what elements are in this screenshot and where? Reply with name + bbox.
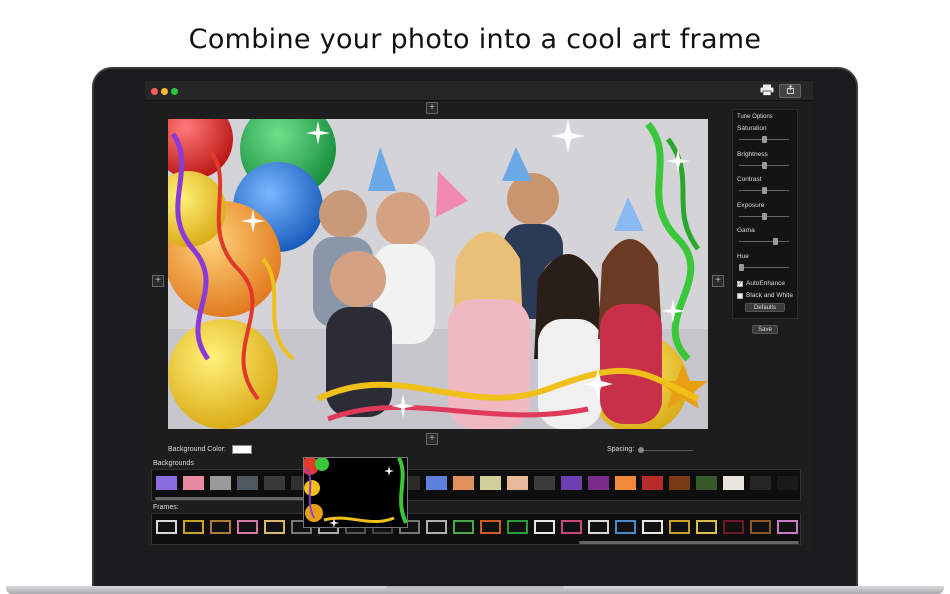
frame-thumbnail[interactable]	[669, 520, 690, 534]
minimize-window-button[interactable]	[161, 88, 168, 95]
headline: Combine your photo into a cool art frame	[188, 24, 762, 55]
zoom-window-button[interactable]	[171, 88, 178, 95]
contrast-slider[interactable]	[739, 187, 789, 194]
exposure-knob[interactable]	[761, 213, 767, 220]
add-right-button[interactable]: +	[712, 275, 724, 287]
frame-thumbnail[interactable]	[507, 520, 528, 534]
add-bottom-button[interactable]: +	[426, 433, 438, 445]
hue-slider[interactable]	[739, 264, 789, 271]
background-thumbnail[interactable]	[453, 476, 474, 490]
spacing-knob[interactable]	[638, 447, 644, 453]
share-icon	[786, 84, 794, 94]
background-thumbnail[interactable]	[561, 476, 582, 490]
background-color-label: Background Color:	[168, 446, 226, 453]
frame-thumbnail[interactable]	[426, 520, 447, 534]
contrast-label: Contrast	[737, 176, 762, 183]
exposure-slider[interactable]	[739, 213, 789, 220]
add-top-button[interactable]: +	[426, 102, 438, 114]
background-thumbnail[interactable]	[723, 476, 744, 490]
app-window: + + + + Tune Options Saturation Brightne…	[145, 81, 813, 551]
black-and-white-checkbox[interactable]	[737, 293, 743, 299]
background-thumbnail[interactable]	[669, 476, 690, 490]
background-thumbnail[interactable]	[237, 476, 258, 490]
frame-thumbnail[interactable]	[696, 520, 717, 534]
tune-options-title: Tune Options	[737, 114, 773, 120]
frame-thumbnail[interactable]	[237, 520, 258, 534]
photo-canvas[interactable]	[168, 119, 708, 429]
frame-thumbnail[interactable]	[210, 520, 231, 534]
background-thumbnail[interactable]	[426, 476, 447, 490]
background-color-well[interactable]	[232, 445, 252, 454]
spacing-slider[interactable]	[638, 447, 693, 453]
frames-scrollbar[interactable]	[579, 541, 799, 544]
frame-thumbnail[interactable]	[642, 520, 663, 534]
background-thumbnail[interactable]	[642, 476, 663, 490]
background-thumbnail[interactable]	[750, 476, 771, 490]
gama-label: Gama	[737, 227, 755, 234]
frame-thumbnail[interactable]	[156, 520, 177, 534]
gama-knob[interactable]	[772, 238, 778, 245]
frame-thumbnail[interactable]	[183, 520, 204, 534]
background-thumbnail[interactable]	[615, 476, 636, 490]
frame-preview-image	[304, 458, 407, 527]
saturation-slider[interactable]	[739, 136, 789, 143]
add-left-button[interactable]: +	[152, 275, 164, 287]
background-thumbnail[interactable]	[534, 476, 555, 490]
frame-thumbnail[interactable]	[723, 520, 744, 534]
background-thumbnail[interactable]	[588, 476, 609, 490]
contrast-knob[interactable]	[761, 187, 767, 194]
backgrounds-strip	[151, 469, 801, 501]
frames-strip	[151, 513, 801, 545]
frame-thumbnail[interactable]	[453, 520, 474, 534]
save-button[interactable]: Save	[752, 325, 778, 334]
spacing-label: Spacing:	[607, 446, 635, 453]
frame-thumbnail[interactable]	[615, 520, 636, 534]
saturation-knob[interactable]	[761, 136, 767, 143]
frame-thumbnail[interactable]	[750, 520, 771, 534]
title-bar	[145, 81, 813, 101]
frame-thumbnail[interactable]	[777, 520, 798, 534]
frames-label: Frames:	[153, 504, 179, 511]
print-button[interactable]	[759, 84, 775, 98]
party-photo	[168, 119, 708, 429]
exposure-label: Exposure	[737, 202, 765, 209]
frame-thumbnail[interactable]	[534, 520, 555, 534]
frame-thumbnail[interactable]	[561, 520, 582, 534]
share-button[interactable]	[779, 84, 801, 98]
brightness-label: Brightness	[737, 151, 768, 158]
tune-options-panel: Tune Options Saturation Brightness Contr…	[732, 109, 798, 319]
frame-thumbnail[interactable]	[264, 520, 285, 534]
saturation-label: Saturation	[737, 125, 767, 132]
background-thumbnail[interactable]	[696, 476, 717, 490]
frame-preview-popup	[303, 457, 408, 528]
background-thumbnail[interactable]	[480, 476, 501, 490]
background-thumbnail[interactable]	[507, 476, 528, 490]
background-thumbnail[interactable]	[777, 476, 798, 490]
black-and-white-label: Black and White	[746, 292, 793, 299]
auto-enhance-label: AutoEnhance	[746, 280, 786, 287]
background-thumbnail[interactable]	[210, 476, 231, 490]
close-window-button[interactable]	[151, 88, 158, 95]
hue-label: Hue	[737, 253, 749, 260]
printer-icon	[760, 84, 774, 96]
background-thumbnail[interactable]	[156, 476, 177, 490]
background-thumbnail[interactable]	[264, 476, 285, 490]
laptop-notch	[386, 586, 564, 590]
frame-thumbnail[interactable]	[480, 520, 501, 534]
backgrounds-label: Backgrounds	[153, 460, 194, 467]
hue-knob[interactable]	[739, 264, 744, 271]
background-thumbnail[interactable]	[183, 476, 204, 490]
brightness-knob[interactable]	[761, 162, 767, 169]
frame-thumbnail[interactable]	[588, 520, 609, 534]
gama-slider[interactable]	[739, 238, 789, 245]
auto-enhance-checkbox[interactable]: ✓	[737, 281, 743, 287]
defaults-button[interactable]: Defaults	[745, 303, 785, 312]
brightness-slider[interactable]	[739, 162, 789, 169]
